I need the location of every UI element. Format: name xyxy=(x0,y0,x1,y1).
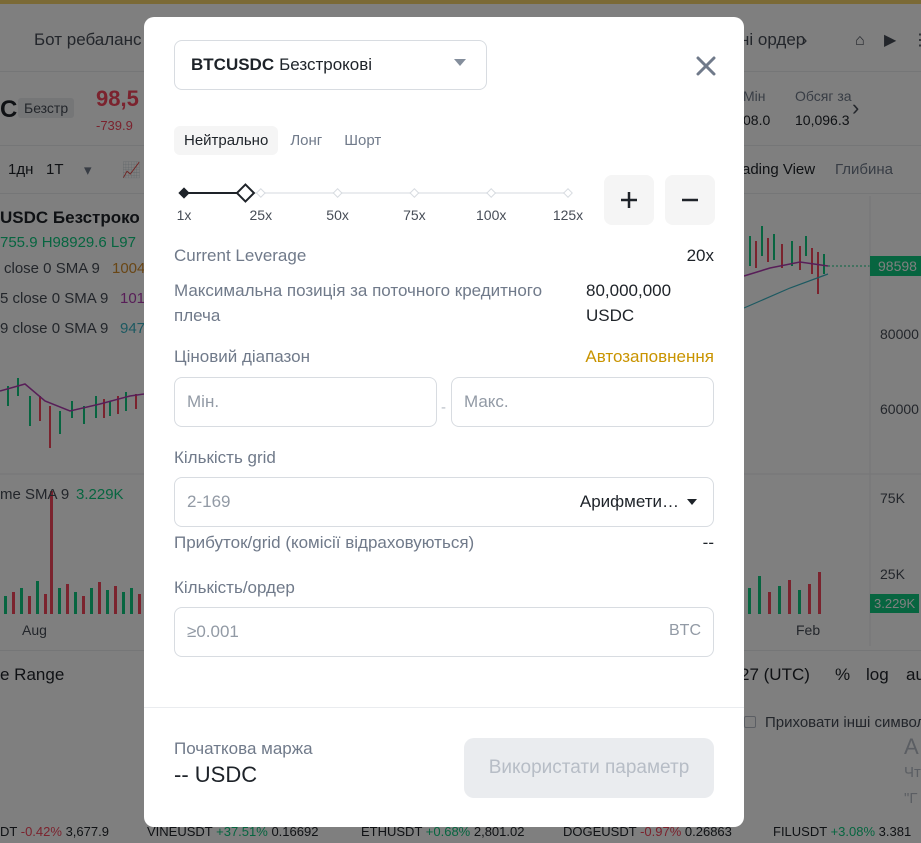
leverage-tick-label[interactable]: 1x xyxy=(177,207,192,223)
grid-mode-select[interactable]: Арифмети… xyxy=(580,492,697,512)
increase-leverage-button[interactable] xyxy=(604,175,654,225)
profit-per-grid-value: -- xyxy=(702,533,714,552)
direction-tabs: Нейтрально Лонг Шорт xyxy=(174,125,393,155)
leverage-tick-label[interactable]: 25x xyxy=(250,207,273,223)
slider-tick-50x[interactable] xyxy=(332,188,343,198)
slider-tick-100x[interactable] xyxy=(486,188,497,198)
initial-margin-label: Початкова маржа xyxy=(174,739,313,758)
minus-icon xyxy=(682,198,698,202)
grid-bot-modal: BTCUSDC Безстрокові Нейтрально Лонг Шорт… xyxy=(144,17,744,827)
close-icon xyxy=(696,56,716,76)
leverage-tick-label[interactable]: 125x xyxy=(553,207,583,223)
price-range-label: Ціновий діапазон xyxy=(174,347,311,366)
max-position-label: Максимальна позиція за поточного кредитн… xyxy=(174,281,543,325)
use-parameter-button[interactable]: Використати параметр xyxy=(464,738,714,798)
caret-down-icon xyxy=(454,59,466,66)
plus-icon xyxy=(621,192,637,208)
qty-placeholder: ≥0.001 xyxy=(187,622,239,641)
tab-long[interactable]: Лонг xyxy=(280,126,332,155)
max-price-input[interactable]: Макс. xyxy=(451,377,714,427)
grid-mode-value: Арифмети… xyxy=(579,492,679,511)
leverage-slider[interactable] xyxy=(174,177,584,207)
max-position-value: 80,000,000 USDC xyxy=(586,281,672,325)
min-price-placeholder: Мін. xyxy=(187,392,220,411)
grid-count-input[interactable]: 2-169 Арифмети… xyxy=(174,477,714,527)
slider-thumb[interactable] xyxy=(235,183,256,203)
symbol-type: Безстрокові xyxy=(279,55,373,74)
caret-down-icon xyxy=(687,499,697,505)
decrease-leverage-button[interactable] xyxy=(665,175,715,225)
range-separator: - xyxy=(441,399,446,416)
tab-short[interactable]: Шорт xyxy=(334,126,391,155)
close-button[interactable] xyxy=(690,50,722,82)
leverage-tick-label[interactable]: 100x xyxy=(476,207,506,223)
slider-tick-75x[interactable] xyxy=(409,188,420,198)
qty-per-order-input[interactable]: ≥0.001 BTC xyxy=(174,607,714,657)
leverage-tick-label[interactable]: 75x xyxy=(403,207,426,223)
slider-tick-1x[interactable] xyxy=(178,187,190,199)
current-leverage-label: Current Leverage xyxy=(174,246,307,265)
leverage-tick-label[interactable]: 50x xyxy=(326,207,349,223)
slider-tick-25x[interactable] xyxy=(255,188,266,198)
min-price-input[interactable]: Мін. xyxy=(174,377,437,427)
tab-neutral[interactable]: Нейтрально xyxy=(174,125,279,155)
grid-count-label: Кількість grid xyxy=(174,448,276,467)
autofill-link[interactable]: Автозаповнення xyxy=(585,347,714,367)
qty-per-order-label: Кількість/ордер xyxy=(174,578,295,597)
qty-unit: BTC xyxy=(669,622,701,639)
profit-per-grid-label: Прибуток/grid (комісії відраховуються) xyxy=(174,533,475,552)
initial-margin-value: -- USDC xyxy=(174,762,258,787)
grid-count-placeholder: 2-169 xyxy=(187,492,231,511)
symbol-name: BTCUSDC xyxy=(191,55,275,74)
max-price-placeholder: Макс. xyxy=(464,392,509,411)
footer-divider xyxy=(144,707,744,708)
symbol-selector[interactable]: BTCUSDC Безстрокові xyxy=(174,40,487,90)
current-leverage-value: 20x xyxy=(686,246,714,265)
slider-tick-125x[interactable] xyxy=(563,188,573,198)
